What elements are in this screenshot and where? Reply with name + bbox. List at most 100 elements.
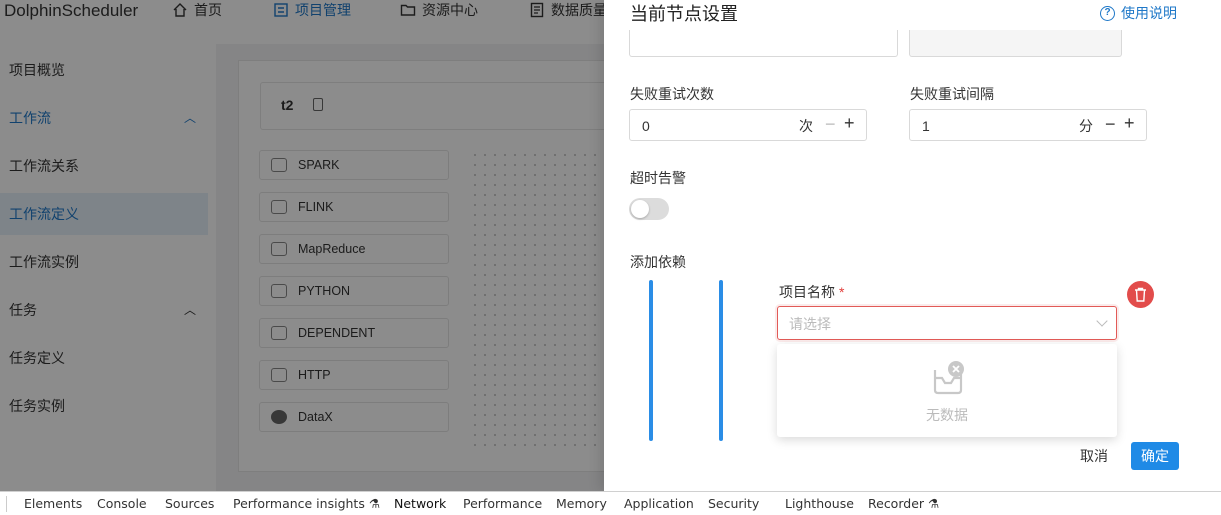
retry-interval-input[interactable]: 1 分 − + <box>909 109 1147 141</box>
sidebar-item-label: 任务定义 <box>9 350 65 366</box>
sidebar-item-label: 任务实例 <box>9 398 65 414</box>
timeout-alert-switch[interactable] <box>629 198 669 220</box>
devtools-tab-performance-insights[interactable]: Performance insights ⚗ <box>233 492 380 515</box>
empty-data-icon <box>933 361 964 395</box>
scrolled-input-right[interactable] <box>909 30 1122 57</box>
devtools-tabbar: Elements Console Sources Performance ins… <box>0 491 1221 515</box>
task-type-python[interactable]: PYTHON <box>259 276 449 306</box>
task-type-datax[interactable]: DataX <box>259 402 449 432</box>
scrolled-input-left[interactable] <box>629 30 898 57</box>
nav-resource-center[interactable]: 资源中心 <box>400 0 478 20</box>
nav-data-quality-label: 数据质量 <box>551 2 607 18</box>
cancel-button[interactable]: 取消 <box>1074 442 1114 470</box>
trash-icon <box>1135 287 1146 302</box>
spark-icon <box>271 158 287 172</box>
retry-times-unit: 次 <box>799 118 813 134</box>
copy-icon[interactable] <box>313 98 323 111</box>
task-type-flink[interactable]: FLINK <box>259 192 449 222</box>
task-type-mapreduce[interactable]: MapReduce <box>259 234 449 264</box>
help-icon: ? <box>1100 5 1115 21</box>
task-type-label: HTTP <box>298 368 331 382</box>
nav-resource-label: 资源中心 <box>422 2 478 18</box>
sidebar-item-label: 工作流 <box>9 110 51 126</box>
retry-times-label: 失败重试次数 <box>630 86 714 102</box>
help-link[interactable]: ? 使用说明 <box>1100 4 1177 22</box>
sidebar-item-task-definition[interactable]: 任务定义 <box>0 337 208 379</box>
sidebar: 项目概览 工作流 ︿ 工作流关系 工作流定义 工作流实例 任务 ︿ 任务定义 任务实… <box>0 44 216 491</box>
retry-interval-label: 失败重试间隔 <box>910 86 994 102</box>
dependency-relation-bar[interactable] <box>719 280 723 441</box>
sidebar-item-label: 工作流关系 <box>9 158 79 174</box>
timeout-alert-label: 超时告警 <box>630 170 686 186</box>
devtools-tab-performance[interactable]: Performance <box>463 492 542 515</box>
devtools-tab-label: Performance insights <box>233 496 365 511</box>
app-logo: DolphinScheduler <box>4 1 139 20</box>
devtools-tab-elements[interactable]: Elements <box>24 492 82 515</box>
task-type-dependent[interactable]: DEPENDENT <box>259 318 449 348</box>
sidebar-item-label: 工作流定义 <box>9 206 79 222</box>
task-type-http[interactable]: HTTP <box>259 360 449 390</box>
devtools-tab-recorder[interactable]: Recorder ⚗ <box>868 492 939 515</box>
nav-project-label: 项目管理 <box>295 2 351 18</box>
http-icon <box>271 368 287 382</box>
decrement-button[interactable]: − <box>825 114 836 134</box>
devtools-tab-console[interactable]: Console <box>97 492 147 515</box>
task-type-label: MapReduce <box>298 242 366 256</box>
sidebar-item-label: 项目概览 <box>9 62 65 78</box>
drawer-title: 当前节点设置 <box>630 4 738 24</box>
sidebar-item-project-overview[interactable]: 项目概览 <box>0 49 208 91</box>
folder-icon <box>400 4 416 16</box>
sidebar-item-task-instance[interactable]: 任务实例 <box>0 385 208 427</box>
select-placeholder: 请选择 <box>789 316 831 332</box>
sidebar-item-workflow[interactable]: 工作流 ︿ <box>0 97 208 139</box>
datax-icon <box>271 410 287 424</box>
devtools-tab-sources[interactable]: Sources <box>165 492 214 515</box>
nav-data-quality[interactable]: 数据质量 <box>529 0 607 20</box>
flask-icon: ⚗ <box>368 496 381 511</box>
devtools-tab-network[interactable]: Network <box>394 492 446 515</box>
devtools-tab-memory[interactable]: Memory <box>556 492 607 515</box>
chevron-up-icon: ︿ <box>183 111 196 125</box>
task-type-label: DEPENDENT <box>298 326 376 340</box>
increment-button[interactable]: + <box>844 113 855 133</box>
devtools-tab-application[interactable]: Application <box>624 492 694 515</box>
devtools-tab-security[interactable]: Security <box>708 492 759 515</box>
task-type-label: DataX <box>298 410 333 424</box>
retry-interval-value: 1 <box>922 118 930 134</box>
project-name-select[interactable]: 请选择 <box>777 306 1117 340</box>
page-right-gutter <box>1202 0 1221 491</box>
nav-home[interactable]: 首页 <box>172 0 222 20</box>
workflow-name: t2 <box>281 97 294 113</box>
sidebar-item-workflow-instance[interactable]: 工作流实例 <box>0 241 208 283</box>
task-type-spark[interactable]: SPARK <box>259 150 449 180</box>
devtools-tab-label: Recorder <box>868 496 925 511</box>
add-dependency-label: 添加依赖 <box>630 254 686 270</box>
dag-canvas-grid[interactable] <box>470 150 610 450</box>
project-name-text: 项目名称 <box>779 284 835 300</box>
delete-dependency-button[interactable] <box>1127 281 1154 308</box>
retry-times-input[interactable]: 0 次 − + <box>629 109 867 141</box>
chevron-down-icon <box>1096 315 1108 327</box>
sidebar-item-label: 任务 <box>9 302 37 318</box>
task-type-label: SPARK <box>298 158 340 172</box>
sidebar-item-workflow-relation[interactable]: 工作流关系 <box>0 145 208 187</box>
dependency-relation-bar[interactable] <box>649 280 653 441</box>
decrement-button[interactable]: − <box>1105 114 1116 134</box>
confirm-button[interactable]: 确定 <box>1131 442 1179 470</box>
project-name-label: 项目名称 * <box>779 282 844 302</box>
switch-knob <box>631 200 649 218</box>
empty-data-text: 无数据 <box>926 407 968 423</box>
nav-home-label: 首页 <box>194 2 222 18</box>
help-label: 使用说明 <box>1121 5 1177 21</box>
sidebar-item-task[interactable]: 任务 ︿ <box>0 289 208 331</box>
mapreduce-icon <box>271 242 287 256</box>
sidebar-item-workflow-definition[interactable]: 工作流定义 <box>0 193 208 235</box>
chevron-up-icon: ︿ <box>183 303 196 317</box>
task-type-label: FLINK <box>298 200 334 214</box>
task-type-label: PYTHON <box>298 284 351 298</box>
flink-icon <box>271 200 287 214</box>
devtools-tab-lighthouse[interactable]: Lighthouse <box>785 492 854 515</box>
increment-button[interactable]: + <box>1124 113 1135 133</box>
dependent-icon <box>271 326 287 340</box>
nav-project-management[interactable]: 项目管理 <box>273 0 351 20</box>
